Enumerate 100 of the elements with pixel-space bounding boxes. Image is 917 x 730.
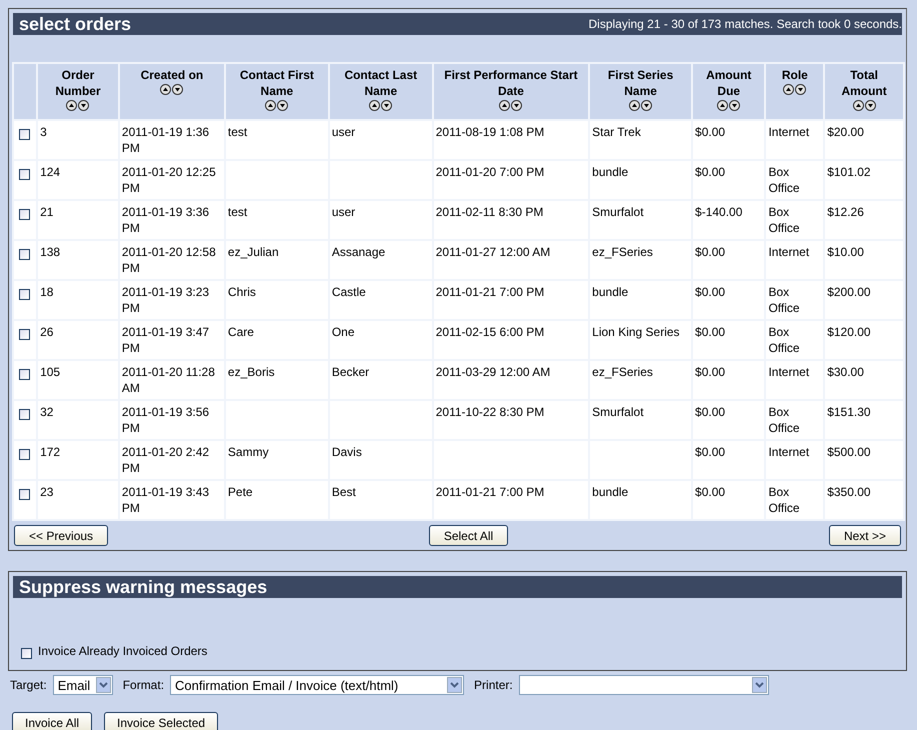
column-header[interactable]: Contact Last Name [330,64,432,119]
column-header[interactable]: First Performance Start Date [434,64,588,119]
table-cell: 23 [38,481,118,519]
table-cell: $151.30 [825,401,903,439]
table-cell: Lion King Series [590,321,692,359]
column-header[interactable]: First Series Name [590,64,692,119]
checkbox[interactable] [19,129,30,140]
table-cell: Chris [226,281,328,319]
table-cell: user [330,121,432,159]
header-cell [14,64,36,119]
table-cell: Assanage [330,241,432,279]
checkbox[interactable] [19,289,30,300]
checkbox[interactable] [19,489,30,500]
panel-title: Suppress warning messages [19,576,268,598]
table-cell: ez_FSeries [590,241,692,279]
table-cell: One [330,321,432,359]
table-cell: $101.02 [825,161,903,199]
table-cell: 105 [38,361,118,399]
printer-select[interactable] [518,675,769,695]
sort-up-icon[interactable] [629,100,640,111]
sort-up-icon[interactable] [369,100,380,111]
checkbox[interactable] [19,209,30,220]
select-all-button[interactable]: Select All [428,525,508,546]
sort-down-icon[interactable] [795,84,806,95]
checkbox[interactable] [19,169,30,180]
column-header[interactable]: Order Number [38,64,118,119]
sort-down-icon[interactable] [729,100,740,111]
sort-down-icon[interactable] [381,100,392,111]
invoice-button[interactable]: Invoice All [12,712,92,730]
table-cell: 2011-01-20 7:00 PM [434,161,588,199]
sort-down-icon[interactable] [172,84,184,95]
table-cell: Internet [766,361,824,399]
table-cell: Box Office [766,481,824,519]
table-cell: test [226,201,328,239]
table-cell: user [330,201,432,239]
sort-down-icon[interactable] [277,100,288,111]
sort-up-icon[interactable] [66,100,78,111]
table-cell: $0.00 [693,121,764,159]
table-cell: 2011-02-11 8:30 PM [434,201,588,239]
table-cell: $350.00 [825,481,903,519]
table-cell: Box Office [766,321,824,359]
table-cell: Internet [766,441,824,479]
sort-up-icon[interactable] [499,100,510,111]
table-cell: Castle [330,281,432,319]
sort-down-icon[interactable] [641,100,652,111]
table-cell: 2011-01-20 11:28 AM [120,361,224,399]
column-header[interactable]: Role [766,64,824,119]
table-cell: $10.00 [825,241,903,279]
format-select[interactable]: Confirmation Email / Invoice (text/html) [170,675,464,695]
table-cell: 2011-01-21 7:00 PM [434,281,588,319]
sort-up-icon[interactable] [717,100,728,111]
invoice-button[interactable]: Invoice Selected [104,712,218,730]
sort-down-icon[interactable] [78,100,90,111]
table-cell: bundle [590,281,692,319]
checkbox[interactable] [19,329,30,340]
sort-down-icon[interactable] [511,100,522,111]
table-cell: 2011-01-20 12:58 PM [120,241,224,279]
table-cell: 2011-01-19 1:36 PM [120,121,224,159]
checkbox[interactable] [19,369,30,380]
table-cell: $0.00 [693,281,764,319]
target-select[interactable]: Email [52,675,113,695]
checkbox-label: Invoice Already Invoiced Orders [38,644,208,658]
table-cell: 2011-01-19 3:43 PM [120,481,224,519]
table-cell: $12.26 [825,201,903,239]
checkbox[interactable] [19,249,30,260]
table-cell: 172 [38,441,118,479]
table-cell: $0.00 [693,401,764,439]
column-header[interactable]: Created on [120,64,224,119]
column-header[interactable]: Amount Due [693,64,764,119]
table-cell: 2011-01-19 3:23 PM [120,281,224,319]
table-cell: $0.00 [693,361,764,399]
sort-up-icon[interactable] [852,100,864,111]
sort-up-icon[interactable] [265,100,276,111]
checkbox[interactable] [19,409,30,420]
table-cell: 32 [38,401,118,439]
table-cell: Box Office [766,201,824,239]
checkbox[interactable] [21,648,32,659]
table-cell: 2011-01-20 12:25 PM [120,161,224,199]
checkbox[interactable] [19,449,30,460]
sort-down-icon[interactable] [864,100,876,111]
table-cell: Best [330,481,432,519]
column-header[interactable]: Total Amount [825,64,903,119]
table-cell: 2011-08-19 1:08 PM [434,121,588,159]
column-header[interactable]: Contact First Name [226,64,328,119]
table-cell: Davis [330,441,432,479]
table-cell: bundle [590,481,692,519]
table-cell: Care [226,321,328,359]
sort-up-icon[interactable] [783,84,794,95]
previous-button[interactable]: << Previous [14,525,108,546]
search-status: Displaying 21 - 30 of 173 matches. Search took 0 seconds. [588,17,902,31]
table-cell: 2011-01-19 3:36 PM [120,201,224,239]
table-cell: 2011-02-15 6:00 PM [434,321,588,359]
table-cell: 2011-01-21 7:00 PM [434,481,588,519]
table-cell: 26 [38,321,118,359]
table-cell: Box Office [766,281,824,319]
table-cell: Box Office [766,161,824,199]
table-cell: $-140.00 [693,201,764,239]
table-cell: bundle [590,161,692,199]
next-button[interactable]: Next >> [828,525,901,546]
sort-up-icon[interactable] [160,84,172,95]
